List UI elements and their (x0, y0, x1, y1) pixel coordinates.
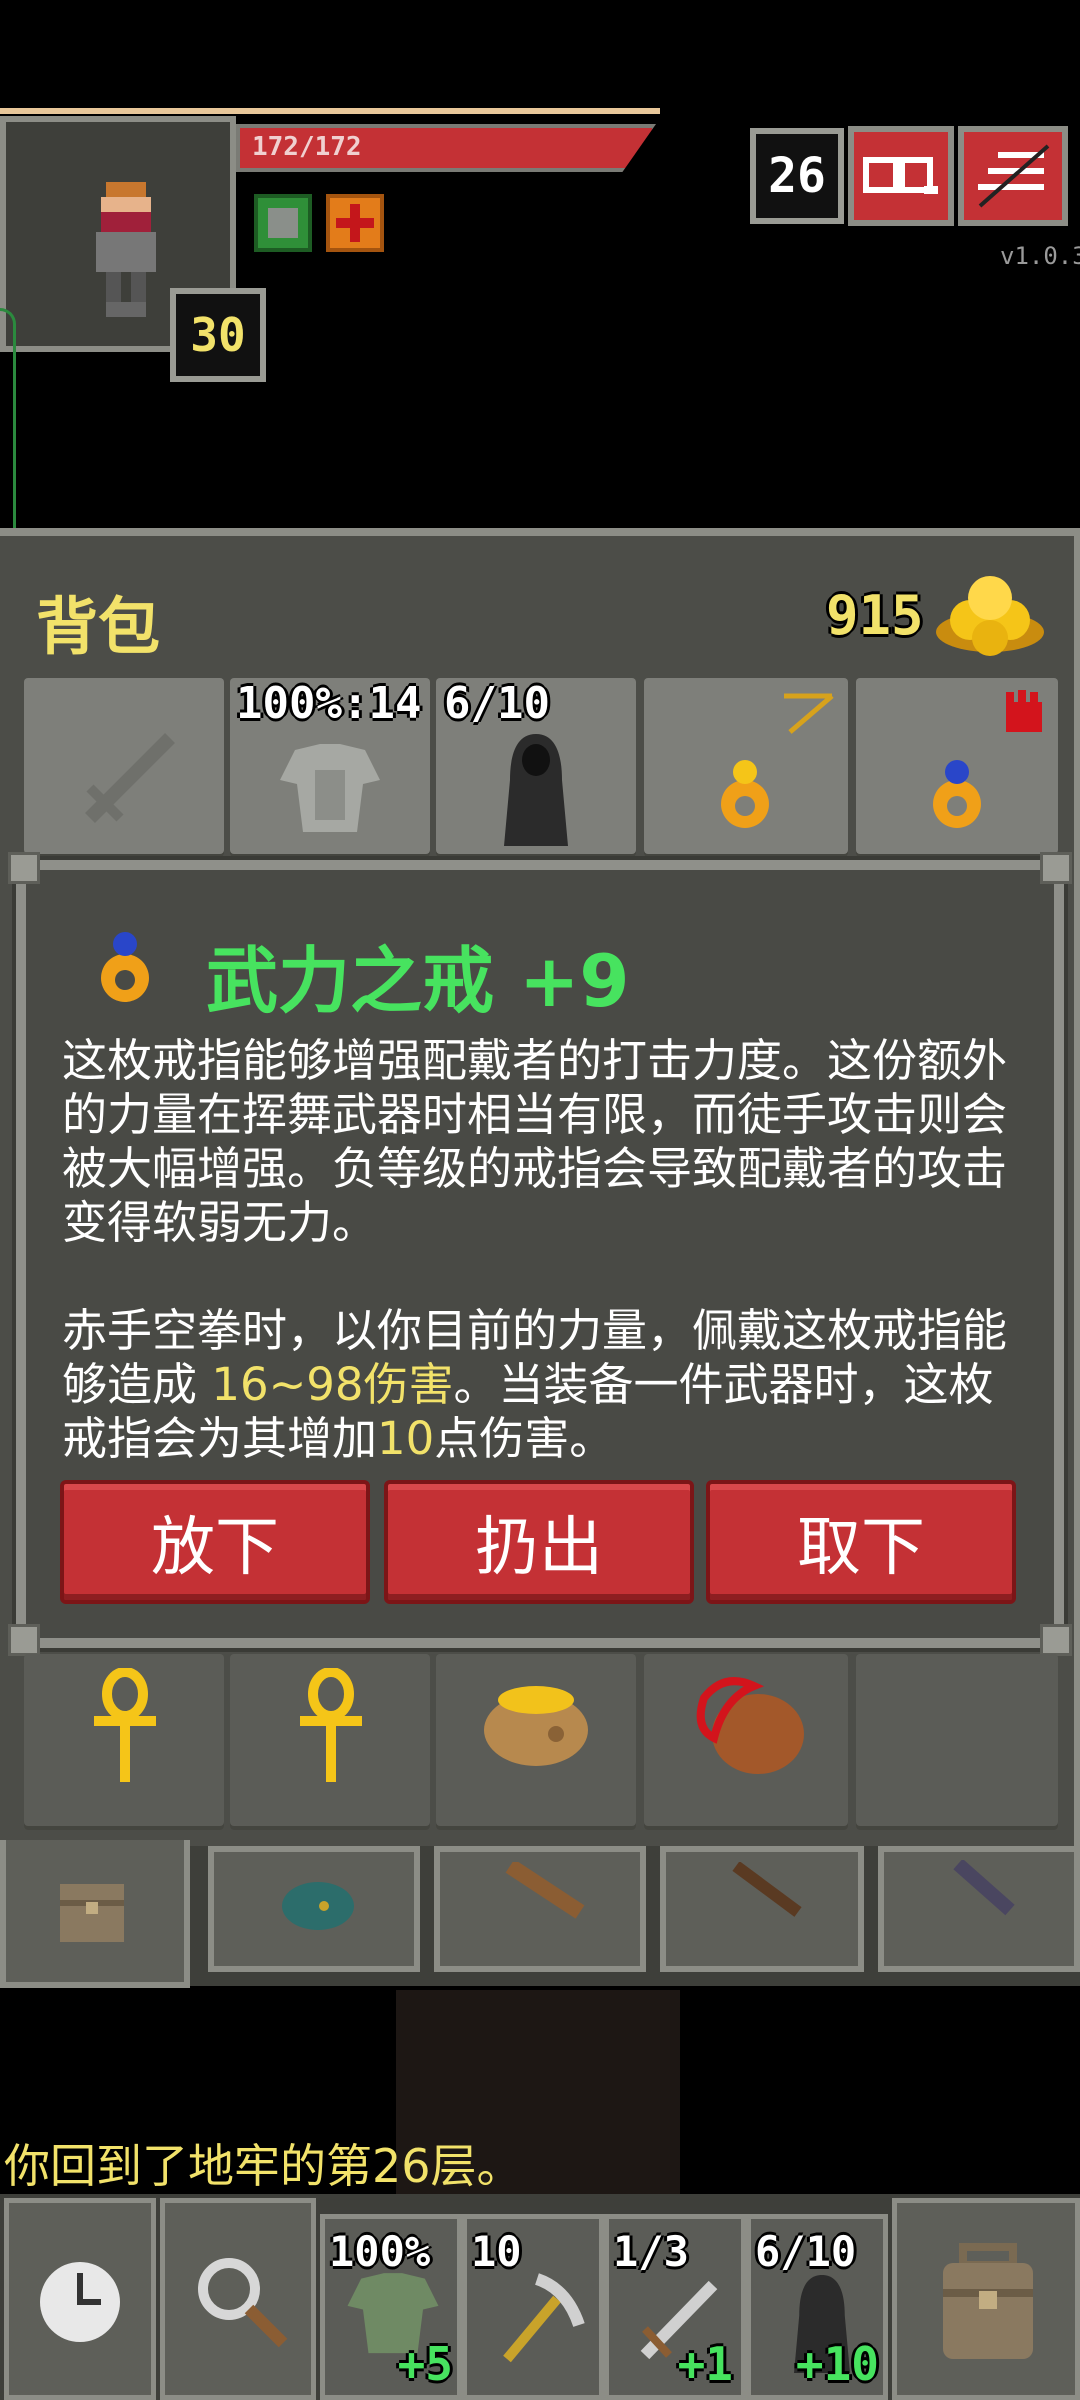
honeypot-icon (484, 1686, 588, 1766)
dialog-corner-tl (8, 852, 40, 884)
magnifier-icon (198, 2258, 288, 2348)
quickslot-3-top: 1/3 (613, 2227, 689, 2276)
game-message: 你回到了地牢的第26层。 (4, 2139, 523, 2193)
ankh-icon (94, 1668, 156, 1782)
hp-text: 172/172 (252, 132, 362, 162)
drop-button[interactable]: 放下 (60, 1480, 370, 1604)
wand-holster-icon (732, 1862, 802, 1917)
backpack-icon (943, 2243, 1033, 2359)
quickslot-4[interactable]: 6/10 +10 (746, 2214, 888, 2400)
ring-of-force-icon (101, 932, 149, 1002)
quickslot-4-top: 6/10 (755, 2227, 857, 2276)
backpack-title: 背包 (36, 590, 161, 663)
potion-bandolier-icon (953, 1860, 1015, 1916)
version-label: v1.0.3 (1000, 242, 1080, 270)
menu-button[interactable] (958, 126, 1068, 226)
seed-pouch-icon (282, 1882, 354, 1930)
ring-icon (721, 760, 769, 828)
throw-button[interactable]: 扔出 (384, 1480, 694, 1604)
backpack-tab-icon (60, 1884, 124, 1942)
scroll-holder-icon (505, 1862, 585, 1919)
dialog-corner-bl (8, 1624, 40, 1656)
search-button[interactable] (160, 2198, 316, 2400)
journal-button[interactable] (848, 126, 954, 226)
sword-icon (85, 733, 175, 823)
cloak-charge-label: 6/10 (444, 678, 550, 729)
quickslot-1-top: 100% (329, 2227, 431, 2276)
armor-durability-label: 100%:14 (236, 678, 422, 729)
gold-pile-icon (936, 576, 1044, 656)
quickslot-2[interactable]: 10 (462, 2214, 604, 2400)
inventory-slot-weapon[interactable] (24, 678, 224, 858)
menu-icon (978, 144, 1050, 208)
fist-marker-icon (1006, 690, 1042, 732)
gold-amount: 915 (826, 584, 924, 647)
chainmail-icon (280, 744, 380, 832)
quickslot-3[interactable]: 1/3 +1 (604, 2214, 746, 2400)
buff-icon-armor[interactable] (254, 194, 312, 252)
buff-icon-health[interactable] (326, 194, 384, 252)
bow-marker-icon (784, 693, 834, 734)
bag-tab-potions[interactable] (878, 1846, 1080, 1972)
inventory-slot-honeypot[interactable] (436, 1654, 636, 1830)
depth-indicator[interactable]: 26 (750, 128, 844, 224)
depth-number: 26 (768, 148, 826, 204)
hero-level-badge: 30 (170, 288, 266, 382)
quickslot-2-top: 10 (471, 2227, 522, 2276)
bag-tab-scrolls[interactable] (434, 1846, 646, 1972)
inventory-slot-ankh-1[interactable] (24, 1654, 224, 1830)
inventory-slot-meat[interactable] (644, 1654, 848, 1830)
cloak-icon (504, 734, 568, 846)
quickslot-4-bottom: +10 (795, 2337, 879, 2391)
description-paragraph-1: 这枚戒指能够增强配戴者的打击力度。这份额外的力量在挥舞武器时相当有限，而徒手攻击… (62, 1034, 1008, 1249)
inventory-button[interactable] (892, 2198, 1080, 2400)
hero-level: 30 (190, 308, 246, 362)
bonus-damage: 10 (377, 1412, 435, 1465)
bag-tab-seeds[interactable] (208, 1846, 420, 1972)
sapphire-ring-icon (933, 760, 981, 828)
item-title: 武力之戒 +9 (206, 939, 630, 1023)
description-paragraph-2: 赤手空拳时，以你目前的力量，佩戴这枚戒指能够造成 16~98伤害。当装备一件武器… (62, 1304, 1008, 1465)
quickslot-1-bottom: +5 (397, 2337, 453, 2391)
xp-bar (0, 108, 660, 114)
bag-tab-wands[interactable] (660, 1846, 864, 1972)
ankh-icon (300, 1668, 362, 1782)
dialog-corner-tr (1040, 852, 1072, 884)
pickaxe-icon (503, 2273, 585, 2363)
hp-bar: 172/172 (236, 124, 656, 172)
inventory-slot-ankh-2[interactable] (230, 1654, 430, 1830)
unequip-button[interactable]: 取下 (706, 1480, 1016, 1604)
item-description: 这枚戒指能够增强配戴者的打击力度。这份额外的力量在挥舞武器时相当有限，而徒手攻击… (62, 1034, 1026, 1466)
bag-tab-main[interactable] (0, 1840, 190, 1988)
quickslot-3-bottom: +1 (677, 2337, 733, 2391)
inventory-slot-empty[interactable] (856, 1654, 1058, 1830)
dialog-corner-br (1040, 1624, 1072, 1656)
inventory-slot-ring-2[interactable] (856, 678, 1058, 858)
wait-button[interactable] (4, 2198, 156, 2400)
hero-sprite-icon (96, 182, 156, 317)
search-journal-icon (863, 157, 938, 194)
side-marker (0, 308, 16, 544)
clock-icon (40, 2262, 120, 2342)
damage-range: 16~98伤害 (211, 1358, 454, 1411)
quickslot-1[interactable]: 100% +5 (320, 2214, 462, 2400)
inventory-slot-ring-1[interactable] (644, 678, 848, 858)
mystery-meat-icon (696, 1677, 804, 1774)
